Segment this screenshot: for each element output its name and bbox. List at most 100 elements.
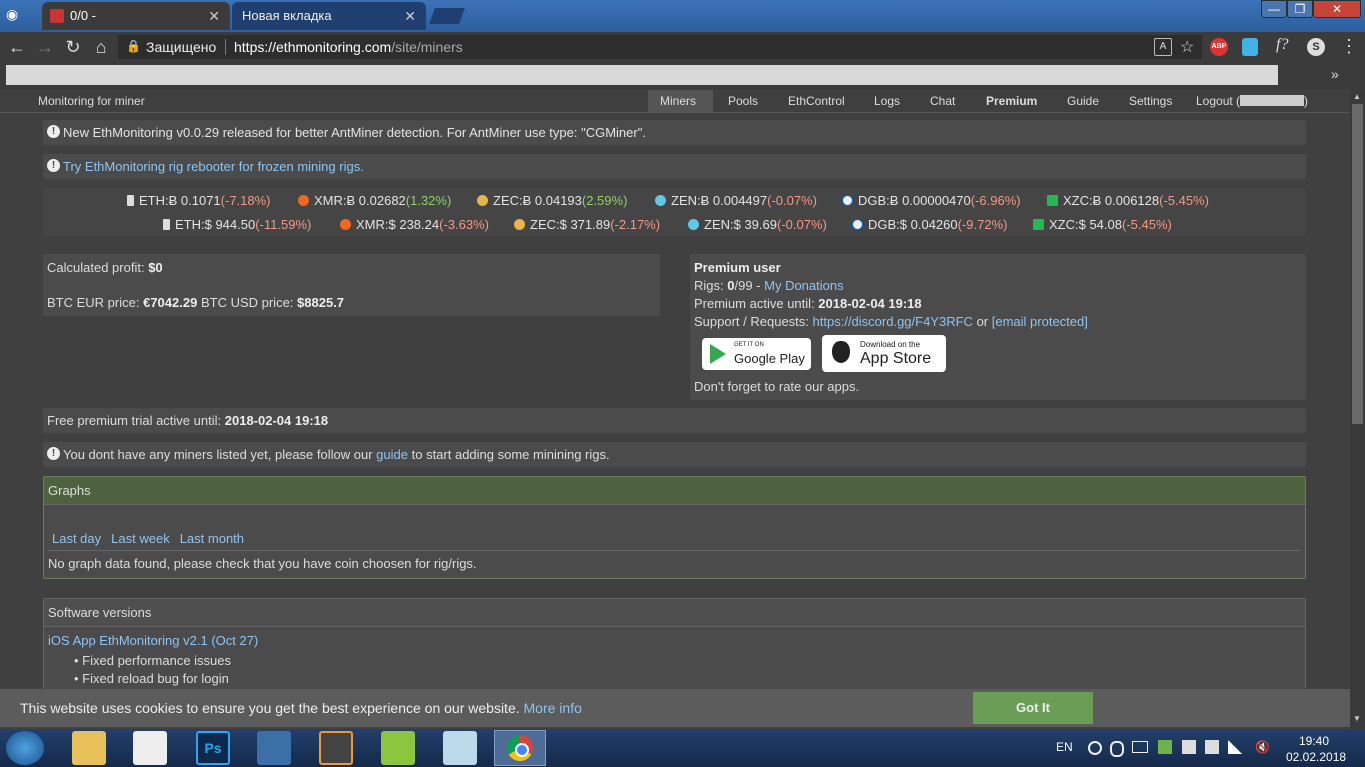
eth-icon [127,195,134,206]
close-tab-icon[interactable]: ✕ [208,2,220,30]
secure-label: Защищено [146,39,217,55]
logout-close: ) [1304,94,1309,108]
more-info-link[interactable]: More info [524,700,582,716]
tray-icon[interactable] [1182,740,1196,754]
nav-miners[interactable]: Miners [648,90,713,112]
scroll-thumb[interactable] [1352,104,1363,424]
tray-icon[interactable] [1132,741,1148,753]
software-item-ios[interactable]: iOS App EthMonitoring v2.1 (Oct 27) [48,633,258,648]
notepad-icon[interactable] [381,731,415,765]
trial-line: Free premium trial active until: 2018-02… [47,413,328,428]
function-icon[interactable]: f? [1276,36,1288,54]
software-note-text: Fixed reload bug for login [82,671,229,686]
close-window-button[interactable]: ✕ [1313,0,1361,18]
info-icon: ! [47,125,60,138]
zec-icon [477,195,488,206]
new-tab-button[interactable] [429,8,465,24]
explorer-icon[interactable] [72,731,106,765]
no-miners-notice: ! You dont have any miners listed yet, p… [43,442,1306,467]
extension-icon[interactable] [1242,38,1258,56]
clock-date[interactable]: 02.02.2018 [1286,750,1346,764]
chrome-taskbar-button[interactable] [494,730,546,766]
minimize-button[interactable]: — [1261,0,1287,18]
email-link[interactable]: [email protected] [992,314,1088,329]
network-icon[interactable] [1228,740,1242,754]
home-icon[interactable]: ⌂ [90,36,112,58]
pen-icon[interactable] [443,731,477,765]
xmr-icon [298,195,309,206]
profit-panel: Calculated profit: $0 BTC EUR price: €70… [43,254,660,316]
back-icon[interactable]: ← [6,36,28,58]
bookmarks-strip [6,65,1278,85]
chrome-icon-center [515,743,529,757]
guide-link[interactable]: guide [376,447,408,462]
scroll-down-icon[interactable]: ▼ [1353,714,1361,723]
graphs-title: Graphs [48,483,91,498]
url-text[interactable]: https://ethmonitoring.com/site/miners [234,39,463,55]
page-scrollbar[interactable]: ▲ ▼ [1350,90,1365,729]
google-play-button[interactable]: GET IT ON Google Play [702,338,811,370]
tray-icon[interactable] [1205,740,1219,754]
address-bar[interactable]: 🔒 Защищено https://ethmonitoring.com/sit… [118,35,1202,59]
python-icon[interactable] [257,731,291,765]
discord-link[interactable]: https://discord.gg/F4Y3RFC [813,314,973,329]
ticker-item: XMR:$ 238.24(-3.63%) [340,217,489,232]
rebooter-link[interactable]: Try EthMonitoring rig rebooter for froze… [63,159,364,174]
tray-icon[interactable] [1110,741,1124,757]
translate-icon[interactable]: A [1154,38,1172,56]
my-donations-link[interactable]: My Donations [764,278,843,293]
software-note: • Fixed performance issues [74,653,232,668]
sublime-icon[interactable] [319,731,353,765]
site-navbar: Monitoring for miner Miners Pools EthCon… [0,90,1350,113]
tab-last-week[interactable]: Last week [111,531,170,546]
forward-icon[interactable]: → [34,36,56,58]
scroll-up-icon[interactable]: ▲ [1353,92,1361,101]
tab-active[interactable]: 0/0 - ✕ [42,2,230,30]
nav-logs[interactable]: Logs [862,90,912,112]
app-store-button[interactable]: Download on the App Store [822,335,946,372]
info-icon: ! [47,159,60,172]
software-panel: Software versions iOS App EthMonitoring … [43,598,1306,689]
price-ticker: ETH:Ƀ 0.1071(-7.18%) XMR:Ƀ 0.02682(1.32%… [43,188,1306,236]
software-title: Software versions [48,605,152,620]
cookie-banner: This website uses cookies to ensure you … [0,689,1350,727]
xzc-icon [1047,195,1058,206]
photoshop-icon[interactable]: Ps [196,731,230,765]
xzc-icon [1033,219,1044,230]
nav-settings[interactable]: Settings [1117,90,1184,112]
site-brand[interactable]: Monitoring for miner [38,94,145,108]
trial-label: Free premium trial active until: [47,413,222,428]
tab-label: Новая вкладка [242,8,332,23]
tray-icon[interactable] [1088,741,1102,755]
support-label: Support / Requests: [694,314,809,329]
close-tab-icon[interactable]: ✕ [404,2,416,30]
nav-guide[interactable]: Guide [1055,90,1111,112]
start-button[interactable] [6,731,44,765]
got-it-button[interactable]: Got It [973,692,1093,724]
nav-pools[interactable]: Pools [716,90,770,112]
tab-last-month[interactable]: Last month [180,531,244,546]
abc-net-icon[interactable] [133,731,167,765]
adblock-icon[interactable]: ABP [1210,38,1228,56]
bookmark-star-icon[interactable]: ☆ [1180,37,1194,57]
nav-ethcontrol[interactable]: EthControl [776,90,857,112]
zen-icon [688,219,699,230]
menu-icon[interactable]: ⋮ [1340,36,1358,57]
cookie-text: This website uses cookies to ensure you … [20,700,582,716]
maximize-button[interactable]: ❐ [1287,0,1313,18]
clock-time[interactable]: 19:40 [1299,734,1329,748]
tab-last-day[interactable]: Last day [52,531,101,546]
nav-logout[interactable]: Logout () [1184,90,1320,112]
reload-icon[interactable]: ↻ [62,36,84,58]
nav-chat[interactable]: Chat [918,90,967,112]
more-bookmarks-icon[interactable]: » [1331,66,1339,82]
software-note: • Fixed reload bug for login [74,671,229,686]
incognito-icon[interactable]: ◉ [6,6,26,26]
skype-icon[interactable]: S [1307,38,1325,56]
tab-new[interactable]: Новая вкладка ✕ [232,2,426,30]
tray-icon[interactable] [1158,740,1172,754]
app-store-big: App Store [860,350,932,367]
nav-premium[interactable]: Premium [974,90,1049,112]
language-indicator[interactable]: EN [1056,740,1073,754]
volume-icon[interactable]: 🔇 [1255,740,1270,754]
